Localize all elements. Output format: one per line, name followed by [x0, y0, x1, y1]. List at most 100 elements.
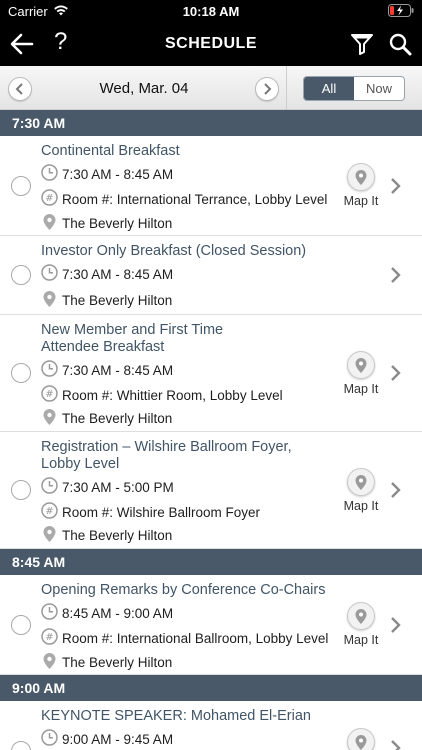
session-venue: The Beverly Hilton: [62, 528, 173, 543]
location-pin-icon: [41, 408, 58, 429]
filter-icon[interactable]: [350, 32, 374, 56]
divider: [286, 66, 287, 110]
all-now-segmented-control: All Now: [303, 76, 405, 101]
svg-text:#: #: [45, 506, 53, 517]
session-time-line: 9:00 AM - 9:45 AM: [41, 729, 173, 749]
map-it-label: Map It: [343, 633, 379, 647]
battery-icon: [388, 4, 414, 20]
clock-icon: [41, 360, 58, 380]
room-number-icon: #: [41, 502, 58, 522]
session-venue-line: The Beverly Hilton: [41, 408, 172, 429]
selected-date: Wed, Mar. 04: [99, 80, 189, 97]
clock-icon: [41, 603, 58, 623]
session-title-line-2: Attendee Breakfast: [41, 339, 165, 355]
session-venue-line: The Beverly Hilton: [41, 290, 172, 311]
svg-text:#: #: [45, 632, 53, 643]
session-venue: The Beverly Hilton: [62, 293, 173, 308]
location-pin-icon: [41, 290, 58, 311]
session-room: Room #: Whittier Room, Lobby Level: [62, 387, 283, 403]
session-room: Room #: International Terrance, Lobby Le…: [62, 191, 328, 207]
session-row[interactable]: KEYNOTE SPEAKER: Mohamed El-Erian 9:00 A…: [0, 701, 422, 750]
room-number-icon: #: [41, 385, 58, 405]
map-it-label: Map It: [343, 194, 379, 208]
session-row[interactable]: Investor Only Breakfast (Closed Session)…: [0, 236, 422, 315]
previous-day-button[interactable]: [8, 77, 32, 101]
select-radio[interactable]: [11, 265, 31, 285]
map-it-button[interactable]: Map It: [341, 351, 381, 396]
segment-all[interactable]: All: [304, 77, 354, 100]
date-selector-bar: Wed, Mar. 04 All Now: [0, 66, 422, 110]
chevron-right-icon[interactable]: [387, 364, 403, 382]
session-room: Room #: Wilshire Ballroom Foyer: [62, 504, 261, 520]
select-radio[interactable]: [11, 741, 31, 750]
svg-text:#: #: [45, 389, 53, 400]
room-number-icon: #: [41, 628, 58, 648]
room-number-icon: #: [41, 189, 58, 209]
next-day-button[interactable]: [255, 77, 279, 101]
session-row[interactable]: Registration – Wilshire Ballroom Foyer, …: [0, 432, 422, 549]
session-title: Continental Breakfast: [41, 143, 180, 159]
map-pin-icon: [347, 351, 375, 379]
session-row[interactable]: Continental Breakfast 7:30 AM - 8:45 AM …: [0, 136, 422, 236]
chevron-right-icon[interactable]: [387, 266, 403, 284]
select-radio[interactable]: [11, 480, 31, 500]
select-radio[interactable]: [11, 176, 31, 196]
session-room-line: # Room #: International Terrance, Lobby …: [41, 189, 327, 209]
session-row[interactable]: New Member and First Time Attendee Break…: [0, 315, 422, 432]
session-room-line: # Room #: Whittier Room, Lobby Level: [41, 385, 283, 405]
session-row[interactable]: Opening Remarks by Conference Co-Chairs …: [0, 575, 422, 675]
map-it-button[interactable]: Map It: [341, 602, 381, 647]
session-title: KEYNOTE SPEAKER: Mohamed El-Erian: [41, 708, 311, 724]
clock-icon: [41, 164, 58, 184]
clock-icon: [41, 264, 58, 284]
session-time-line: 8:45 AM - 9:00 AM: [41, 603, 173, 623]
clock-icon: [41, 477, 58, 497]
navigation-bar: ? SCHEDULE: [0, 22, 422, 66]
session-venue: The Beverly Hilton: [62, 411, 173, 426]
map-pin-icon: [347, 602, 375, 630]
map-pin-icon: [347, 728, 375, 750]
session-time-line: 7:30 AM - 8:45 AM: [41, 264, 173, 284]
session-time: 7:30 AM - 8:45 AM: [62, 362, 174, 378]
session-time: 9:00 AM - 9:45 AM: [62, 731, 174, 747]
session-room: Room #: International Ballroom, Lobby Le…: [62, 630, 329, 646]
session-title-line-2: Lobby Level: [41, 456, 120, 472]
svg-text:#: #: [45, 193, 53, 204]
chevron-right-icon[interactable]: [387, 481, 403, 499]
location-pin-icon: [41, 213, 58, 234]
session-time-line: 7:30 AM - 5:00 PM: [41, 477, 174, 497]
location-pin-icon: [41, 652, 58, 673]
map-pin-icon: [347, 163, 375, 191]
session-venue: The Beverly Hilton: [62, 216, 173, 231]
section-header: 9:00 AM: [0, 675, 422, 701]
map-it-button[interactable]: Map It: [341, 468, 381, 513]
session-time: 7:30 AM - 8:45 AM: [62, 266, 174, 282]
search-icon[interactable]: [388, 32, 412, 56]
map-it-button[interactable]: [341, 728, 381, 750]
chevron-right-icon[interactable]: [387, 616, 403, 634]
select-radio[interactable]: [11, 363, 31, 383]
session-time-line: 7:30 AM - 8:45 AM: [41, 360, 173, 380]
clock-icon: [41, 729, 58, 749]
section-header: 8:45 AM: [0, 549, 422, 575]
session-time: 8:45 AM - 9:00 AM: [62, 605, 174, 621]
session-venue: The Beverly Hilton: [62, 655, 173, 670]
session-room-line: # Room #: Wilshire Ballroom Foyer: [41, 502, 260, 522]
location-pin-icon: [41, 525, 58, 546]
map-pin-icon: [347, 468, 375, 496]
session-time-line: 7:30 AM - 8:45 AM: [41, 164, 173, 184]
clock-time: 10:18 AM: [182, 4, 240, 19]
map-it-label: Map It: [343, 382, 379, 396]
section-header: 7:30 AM: [0, 110, 422, 136]
session-title-line-1: New Member and First Time: [41, 322, 224, 338]
chevron-right-icon[interactable]: [387, 739, 403, 750]
map-it-button[interactable]: Map It: [341, 163, 381, 208]
session-venue-line: The Beverly Hilton: [41, 213, 172, 234]
select-radio[interactable]: [11, 615, 31, 635]
status-bar: Carrier 10:18 AM: [0, 0, 422, 22]
session-title: Investor Only Breakfast (Closed Session): [41, 243, 307, 259]
session-time: 7:30 AM - 8:45 AM: [62, 166, 174, 182]
chevron-right-icon[interactable]: [387, 177, 403, 195]
session-room-line: # Room #: International Ballroom, Lobby …: [41, 628, 328, 648]
segment-now[interactable]: Now: [354, 77, 404, 100]
